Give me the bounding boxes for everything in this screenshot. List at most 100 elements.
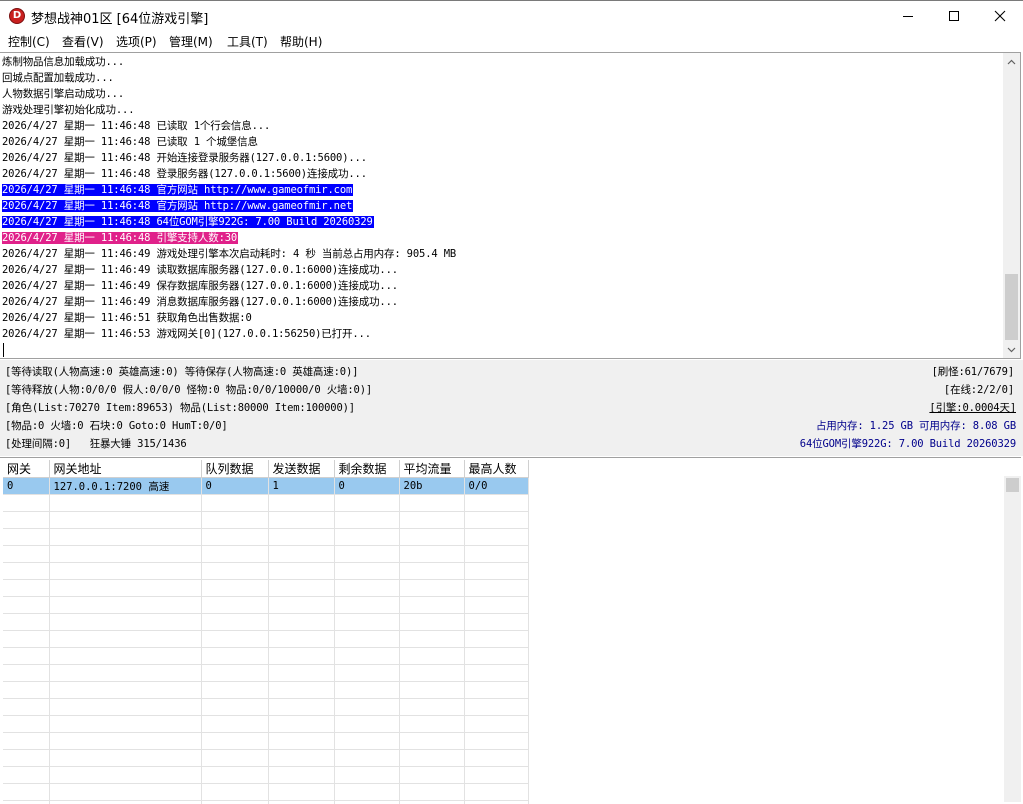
table-cell — [268, 597, 334, 614]
menu-tools[interactable]: 工具(T) — [227, 33, 268, 50]
table-cell — [201, 648, 268, 665]
table-cell — [334, 716, 399, 733]
menu-manage[interactable]: 管理(M) — [169, 33, 213, 50]
table-row-empty — [3, 648, 528, 665]
log-line: 2026/4/27 星期一 11:46:48 已读取 1 个城堡信息 — [2, 134, 1002, 150]
text-caret — [3, 343, 4, 357]
menu-bar: 控制(C) 查看(V) 选项(P) 管理(M) 工具(T) 帮助(H) — [0, 31, 1023, 51]
log-line: 人物数据引擎启动成功... — [2, 86, 1002, 102]
table-cell — [464, 767, 528, 784]
table-row[interactable]: 0 127.0.0.1:7200 高速 0 1 0 20b 0/0 — [3, 478, 528, 495]
table-row-empty — [3, 665, 528, 682]
log-textarea[interactable]: 炼制物品信息加载成功... 回城点配置加载成功... 人物数据引擎启动成功...游戏… — [0, 52, 1021, 359]
table-cell — [201, 495, 268, 512]
table-cell — [268, 682, 334, 699]
table-cell — [49, 580, 201, 597]
close-icon — [994, 10, 1006, 22]
table-cell — [268, 750, 334, 767]
table-cell — [464, 784, 528, 801]
table-cell — [3, 801, 49, 804]
table-cell: 0/0 — [464, 478, 528, 495]
scroll-up-arrow-icon[interactable] — [1003, 53, 1020, 70]
table-cell: 0 — [201, 478, 268, 495]
log-line-text: 2026/4/27 星期一 11:46:48 已读取 1 个城堡信息 — [2, 136, 259, 148]
column-header-max-users[interactable]: 最高人数 — [464, 460, 528, 478]
log-line-text: 2026/4/27 星期一 11:46:49 消息数据库服务器(127.0.0.… — [2, 296, 399, 308]
table-cell — [3, 767, 49, 784]
log-line: 2026/4/27 星期一 11:46:49 消息数据库服务器(127.0.0.… — [2, 294, 1002, 310]
table-cell — [201, 665, 268, 682]
log-line-text: 2026/4/27 星期一 11:46:48 官方网站 http://www.g… — [2, 200, 353, 212]
log-line: 游戏处理引擎初始化成功... — [2, 102, 1002, 118]
close-button[interactable] — [977, 1, 1023, 31]
table-cell — [3, 733, 49, 750]
table-cell — [464, 682, 528, 699]
table-row-empty — [3, 767, 528, 784]
table-scroll-thumb[interactable] — [1006, 478, 1019, 492]
table-cell — [334, 733, 399, 750]
log-scroll-thumb[interactable] — [1005, 274, 1018, 340]
table-row-empty — [3, 801, 528, 804]
table-cell — [268, 733, 334, 750]
table-row-empty — [3, 614, 528, 631]
table-cell — [268, 631, 334, 648]
table-cell — [334, 580, 399, 597]
table-cell — [268, 546, 334, 563]
log-line-text: 炼制物品信息加载成功... — [2, 56, 125, 68]
column-header-address[interactable]: 网关地址 — [49, 460, 201, 478]
table-cell — [268, 784, 334, 801]
table-scrollbar[interactable] — [1004, 476, 1021, 802]
log-line: 2026/4/27 星期一 11:46:51 获取角色出售数据:0 — [2, 310, 1002, 326]
table-cell — [399, 614, 464, 631]
table-cell — [3, 716, 49, 733]
table-cell — [3, 512, 49, 529]
menu-help[interactable]: 帮助(H) — [280, 33, 322, 50]
column-header-avg-traffic[interactable]: 平均流量 — [399, 460, 464, 478]
menu-options[interactable]: 选项(P) — [116, 33, 157, 50]
gateway-list[interactable]: 网关 网关地址 队列数据 发送数据 剩余数据 平均流量 最高人数 0 127.0… — [0, 457, 1021, 804]
status-wait-release: [等待释放(人物:0/0/0 假人:0/0/0 怪物:0 物品:0/0/1000… — [5, 382, 372, 397]
table-row-empty — [3, 631, 528, 648]
table-cell — [464, 614, 528, 631]
log-line: 回城点配置加载成功... — [2, 70, 1002, 86]
table-cell — [334, 699, 399, 716]
table-cell — [3, 495, 49, 512]
log-line-text: 2026/4/27 星期一 11:46:51 获取角色出售数据:0 — [2, 312, 253, 324]
log-scrollbar[interactable] — [1003, 53, 1020, 358]
log-lines: 炼制物品信息加载成功... 回城点配置加载成功... 人物数据引擎启动成功...游戏… — [2, 54, 1002, 342]
table-cell — [464, 495, 528, 512]
table-cell — [3, 631, 49, 648]
table-cell — [201, 716, 268, 733]
table-cell — [334, 801, 399, 804]
status-objects: [物品:0 火墙:0 石块:0 Goto:0 HumT:0/0] — [5, 418, 228, 433]
column-header-sent[interactable]: 发送数据 — [268, 460, 334, 478]
menu-control[interactable]: 控制(C) — [8, 33, 50, 50]
table-cell — [3, 648, 49, 665]
table-cell — [3, 563, 49, 580]
table-cell — [464, 648, 528, 665]
minimize-button[interactable] — [885, 1, 931, 31]
table-cell — [49, 699, 201, 716]
menu-view[interactable]: 查看(V) — [62, 33, 104, 50]
table-cell — [49, 648, 201, 665]
column-header-gateway[interactable]: 网关 — [3, 460, 49, 478]
minimize-icon — [902, 10, 914, 22]
status-memory: 占用内存: 1.25 GB 可用内存: 8.08 GB — [816, 418, 1016, 433]
table-cell — [3, 614, 49, 631]
table-cell — [399, 546, 464, 563]
scroll-down-arrow-icon[interactable] — [1003, 341, 1020, 358]
maximize-button[interactable] — [931, 1, 977, 31]
log-line-text: 回城点配置加载成功... — [2, 72, 115, 84]
table-cell — [3, 784, 49, 801]
table-cell — [49, 682, 201, 699]
column-header-queue[interactable]: 队列数据 — [201, 460, 268, 478]
log-line-text: 2026/4/27 星期一 11:46:53 游戏网关[0](127.0.0.1… — [2, 328, 372, 340]
table-cell — [399, 682, 464, 699]
table-cell — [399, 665, 464, 682]
log-line: 2026/4/27 星期一 11:46:48 64位GOM引擎922G: 7.0… — [2, 214, 1002, 230]
window-title: 梦想战神01区 [64位游戏引擎] — [31, 8, 208, 27]
table-row-empty — [3, 512, 528, 529]
table-cell — [49, 716, 201, 733]
column-header-remaining[interactable]: 剩余数据 — [334, 460, 399, 478]
table-cell — [201, 699, 268, 716]
